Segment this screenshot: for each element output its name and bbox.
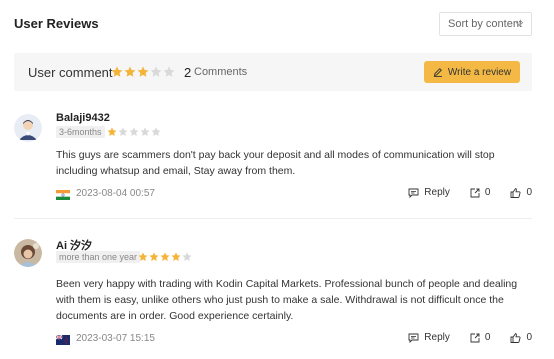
like-count: 0 (526, 187, 532, 198)
star-filled-icon (124, 66, 136, 77)
review-date: 2023-08-04 00:57 (76, 188, 155, 199)
star-empty-icon (150, 66, 162, 77)
comment-summary: User comment 2 Comments Write a review (14, 53, 532, 91)
review-meta: 2023-08-04 00:57 (56, 188, 155, 200)
review-meta: 2023-03-07 15:15 (55, 333, 155, 345)
star-filled-icon (149, 252, 159, 261)
like-button[interactable]: 0 (510, 187, 532, 198)
star-filled-icon (160, 252, 170, 261)
star-empty-icon (140, 127, 150, 136)
star-filled-icon (137, 66, 149, 77)
account-duration-tag: more than one year (56, 251, 141, 263)
reply-button[interactable]: Reply (408, 332, 450, 343)
page-title: User Reviews (14, 16, 99, 31)
like-button[interactable]: 0 (510, 332, 532, 343)
review-rating-stars (107, 126, 162, 138)
review-text: Been very happy with trading with Kodin … (56, 278, 518, 322)
comment-icon (408, 333, 419, 343)
sort-dropdown[interactable]: Sort by content (439, 12, 532, 36)
comment-icon (408, 188, 419, 198)
thumbs-up-icon (510, 187, 521, 198)
star-filled-icon (138, 252, 148, 261)
review-username: Balaji9432 (56, 112, 110, 124)
comment-count-label: Comments (194, 66, 248, 78)
star-empty-icon (163, 66, 175, 77)
write-review-button[interactable]: Write a review (424, 61, 520, 83)
reviews-header: User Reviews Sort by content (14, 12, 532, 36)
comment-count: 2 (184, 65, 192, 80)
reply-label: Reply (424, 332, 450, 343)
review-actions: Reply 0 0 (408, 332, 532, 343)
share-icon (470, 333, 480, 342)
star-empty-icon (118, 127, 128, 136)
star-filled-icon (171, 252, 181, 261)
review-item: Ai 汐汐 more than one year Been very happy… (14, 237, 532, 352)
india-flag-icon (56, 189, 70, 200)
write-review-label: Write a review (447, 66, 512, 78)
review-date: 2023-03-07 15:15 (76, 333, 155, 344)
review-rating-stars (138, 251, 193, 263)
sort-label: Sort by content (448, 18, 522, 30)
review-actions: Reply 0 0 (408, 187, 532, 198)
avatar (14, 114, 42, 142)
star-filled-icon (111, 66, 123, 77)
star-filled-icon (107, 127, 117, 136)
star-empty-icon (129, 127, 139, 136)
share-icon (470, 188, 480, 197)
chevron-down-icon (515, 21, 524, 27)
reply-label: Reply (424, 187, 450, 198)
summary-label: User comment (28, 65, 113, 80)
pen-icon (433, 68, 442, 77)
share-count: 0 (484, 332, 491, 343)
avatar (14, 239, 42, 267)
new-zealand-flag-icon (55, 334, 70, 345)
review-divider (14, 218, 532, 219)
share-button[interactable]: 0 (470, 187, 491, 198)
share-button[interactable]: 0 (470, 332, 491, 343)
like-count: 0 (526, 332, 532, 343)
summary-rating-stars (111, 66, 176, 78)
reply-button[interactable]: Reply (408, 187, 450, 198)
star-empty-icon (182, 252, 192, 261)
star-empty-icon (151, 127, 161, 136)
account-duration-tag: 3-6months (56, 126, 105, 138)
share-count: 0 (484, 187, 491, 198)
review-item: Balaji9432 3-6months This guys are scamm… (14, 112, 532, 212)
thumbs-up-icon (510, 332, 521, 343)
review-text: This guys are scammers don't pay back yo… (56, 149, 495, 177)
